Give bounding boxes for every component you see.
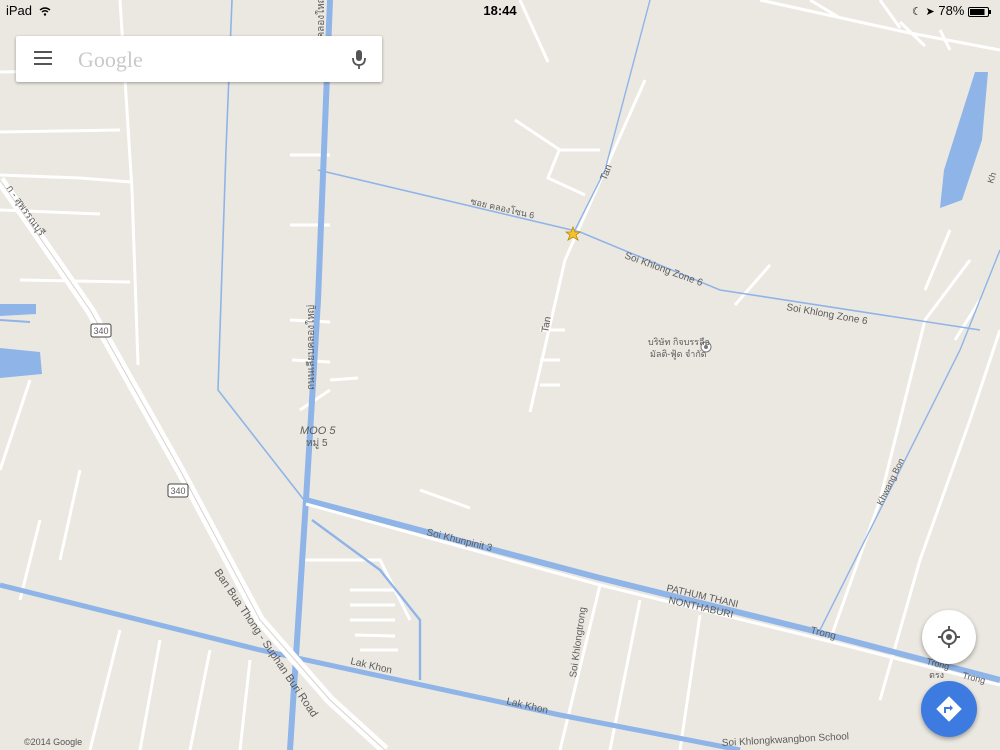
crosshair-icon	[938, 626, 960, 648]
moon-icon: ☾	[912, 6, 922, 18]
label-moo5: MOO 5	[300, 425, 336, 437]
search-input[interactable]: Google	[78, 47, 143, 73]
copyright-text: ©2014 Google	[24, 737, 83, 747]
status-bar: iPad 18:44 ☾ ➤ 78%	[0, 0, 1000, 20]
directions-icon	[936, 696, 962, 722]
directions-button[interactable]	[921, 681, 977, 737]
microphone-icon[interactable]	[350, 48, 368, 72]
menu-icon[interactable]	[34, 51, 52, 67]
my-location-button[interactable]	[922, 610, 976, 664]
label-trong-thai: ตรง	[929, 670, 944, 680]
pond-west-top	[0, 304, 36, 316]
svg-text:340: 340	[93, 326, 108, 336]
route-shield-340-b: 340	[167, 483, 189, 498]
pond-west-bottom	[0, 348, 42, 378]
label-company-line1: บริษัท กิจบรรลือ	[648, 337, 710, 347]
battery-percent: 78%	[938, 3, 965, 18]
route-shield-340-a: 340	[90, 323, 112, 338]
status-right: ☾ ➤ 78%	[912, 3, 992, 18]
location-arrow-icon: ➤	[925, 6, 935, 18]
map-canvas[interactable]: 340 340 ซอย คลองโซน 6 Soi Khlong Zone 6 …	[0, 0, 1000, 750]
label-road-thai-2: ถนนเลียบคลองใหญ่	[305, 305, 317, 390]
battery-icon	[968, 6, 991, 17]
label-moo5-thai: หมู่ 5	[306, 438, 328, 449]
search-box[interactable]: Google	[16, 36, 382, 82]
svg-text:340: 340	[170, 486, 185, 496]
status-time: 18:44	[483, 3, 517, 18]
label-company-line2: มัลติ-ฟู้ด จำกัด	[650, 349, 707, 360]
